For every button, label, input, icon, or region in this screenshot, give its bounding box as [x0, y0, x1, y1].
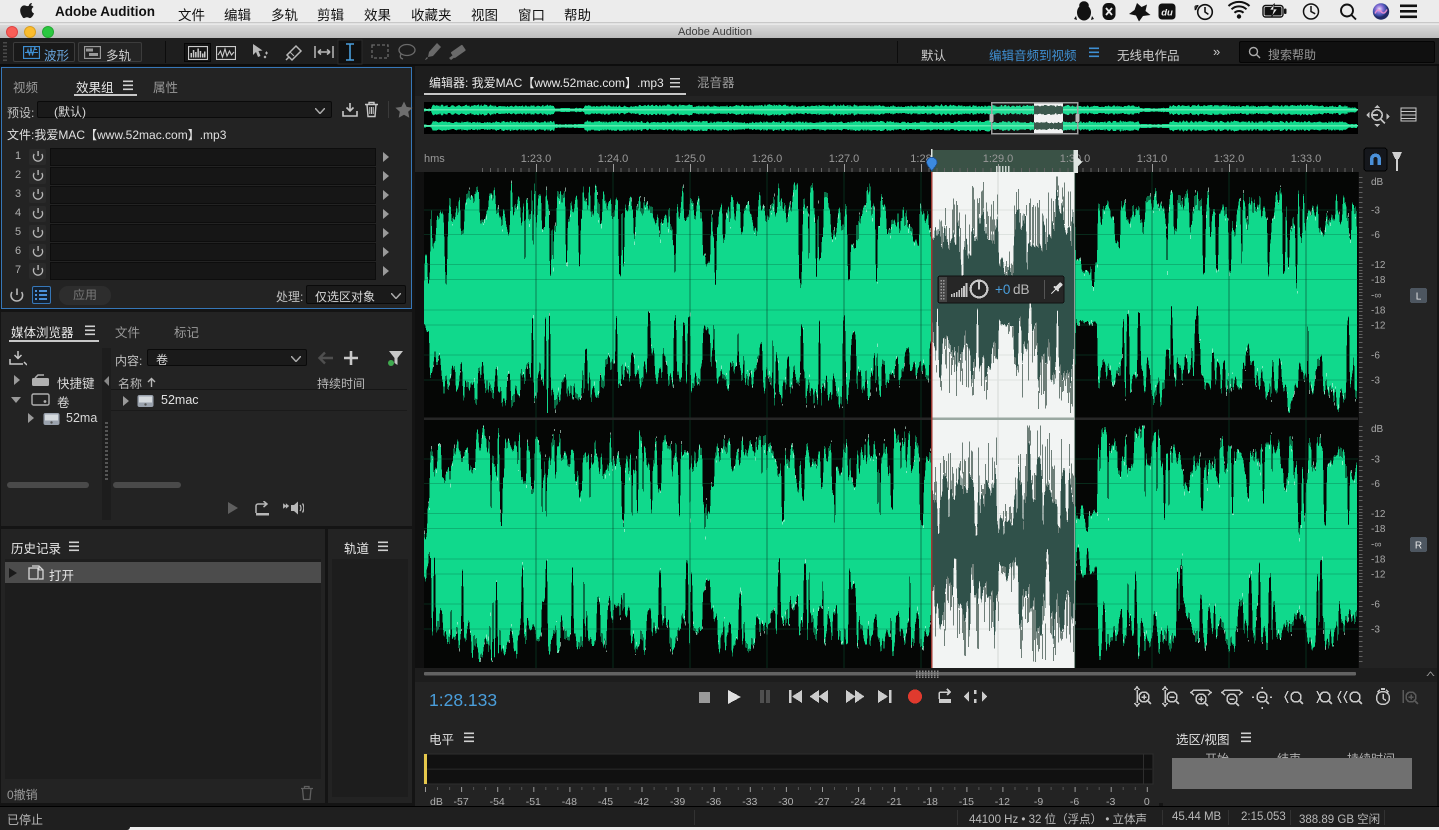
svg-text:dB: dB [1013, 282, 1030, 297]
svg-text:1:29.0: 1:29.0 [983, 153, 1014, 165]
svg-text:1:24.0: 1:24.0 [598, 153, 629, 165]
svg-text:dB: dB [1371, 424, 1384, 435]
svg-text:-18: -18 [1371, 305, 1386, 316]
svg-text:-∞: -∞ [1371, 290, 1381, 301]
svg-text:1:25.0: 1:25.0 [675, 153, 706, 165]
svg-text:-12: -12 [1371, 260, 1386, 271]
svg-text:R: R [1415, 541, 1422, 552]
svg-text:1:28.133: 1:28.133 [429, 690, 497, 710]
svg-text:dB: dB [1371, 177, 1384, 188]
svg-text:hms: hms [424, 153, 445, 165]
svg-text:-3: -3 [1371, 454, 1380, 465]
svg-text:-18: -18 [1371, 554, 1386, 565]
svg-text:+0: +0 [995, 282, 1010, 297]
svg-text:-6: -6 [1371, 350, 1380, 361]
svg-text:1:23.0: 1:23.0 [521, 153, 552, 165]
svg-text:混音器: 混音器 [697, 75, 735, 90]
svg-text:1:31.0: 1:31.0 [1137, 153, 1168, 165]
svg-text:L: L [1416, 292, 1422, 303]
svg-text:-12: -12 [1371, 509, 1386, 520]
svg-text:1:26.0: 1:26.0 [752, 153, 783, 165]
svg-text:-6: -6 [1371, 599, 1380, 610]
svg-text:-6: -6 [1371, 479, 1380, 490]
svg-text:1:32.0: 1:32.0 [1214, 153, 1245, 165]
svg-text:-3: -3 [1371, 205, 1380, 216]
svg-text:1:27.0: 1:27.0 [829, 153, 860, 165]
svg-text:1:33.0: 1:33.0 [1291, 153, 1322, 165]
svg-text:-3: -3 [1371, 624, 1380, 635]
svg-text:du: du [1161, 8, 1173, 19]
svg-text:-18: -18 [1371, 524, 1386, 535]
svg-text:编辑器: 我爱MAC【www.52mac.com】.mp3: 编辑器: 我爱MAC【www.52mac.com】.mp3 [429, 75, 664, 90]
svg-text:-∞: -∞ [1371, 539, 1381, 550]
svg-text:-6: -6 [1371, 230, 1380, 241]
svg-text:-3: -3 [1371, 375, 1380, 386]
svg-text:-12: -12 [1371, 320, 1386, 331]
svg-text:-18: -18 [1371, 275, 1386, 286]
svg-text:-12: -12 [1371, 569, 1386, 580]
